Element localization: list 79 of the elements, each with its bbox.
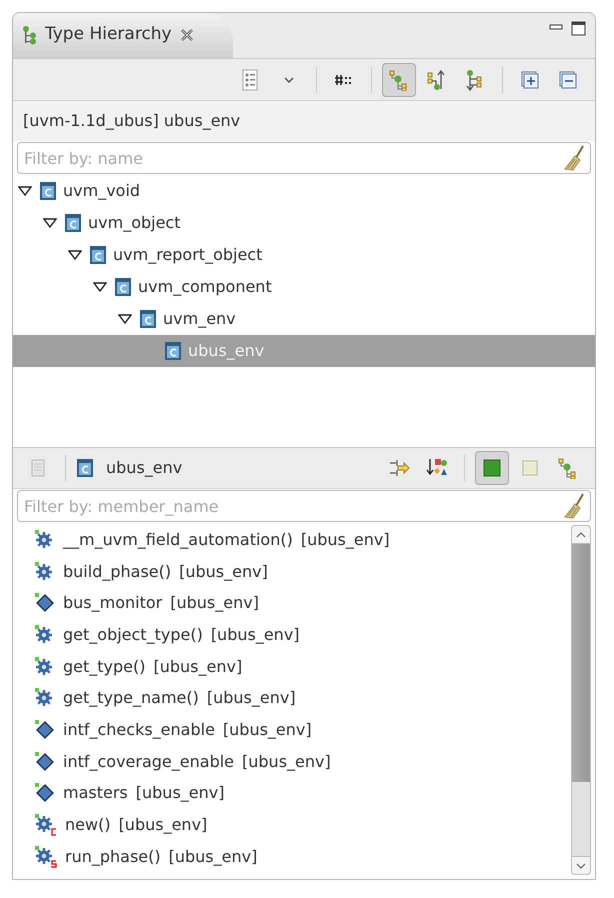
- tree-label: uvm_component: [138, 276, 272, 298]
- broom-icon[interactable]: [563, 145, 585, 171]
- member-name[interactable]: new(): [65, 813, 111, 838]
- chevron-down-icon: [576, 862, 586, 868]
- expanded-icon[interactable]: [93, 281, 107, 293]
- collapse-all-icon: [557, 68, 579, 90]
- type-name-label: ubus_env: [106, 457, 182, 479]
- member-name[interactable]: intf_coverage_enable: [63, 750, 234, 774]
- class-icon: [76, 458, 94, 478]
- caret-icon: [284, 76, 294, 82]
- member-name[interactable]: build_phase(): [63, 560, 172, 584]
- member-owner: [ubus_env]: [179, 560, 268, 583]
- member-owner: [ubus_env]: [222, 718, 312, 741]
- chevron-up-icon: [576, 532, 586, 538]
- member-name[interactable]: get_object_type(): [63, 622, 203, 647]
- method-icon: [35, 656, 55, 677]
- tree-item[interactable]: uvm_component: [13, 271, 595, 303]
- method-icon: [35, 688, 55, 708]
- tab-title: Type Hierarchy: [45, 23, 172, 46]
- hierarchy-button[interactable]: [382, 62, 416, 96]
- maximize-icon[interactable]: [571, 21, 587, 37]
- member-owner: [ubus_env]: [118, 814, 208, 836]
- tree-label: uvm_report_object: [113, 244, 262, 266]
- tree-label: uvm_void: [63, 180, 140, 202]
- field-icon: [35, 783, 55, 804]
- member-owner: [ubus_env]: [154, 656, 242, 678]
- task-method-icon: [35, 846, 57, 868]
- class-icon: [139, 309, 157, 329]
- broom-icon[interactable]: [563, 493, 585, 519]
- inherited-members-icon: [481, 457, 503, 479]
- type-path-label: [uvm-1.1d_ubus] ubus_env: [13, 101, 595, 141]
- view-tab[interactable]: Type Hierarchy: [13, 13, 233, 58]
- member-owner: [ubus_env]: [242, 750, 331, 773]
- class-icon: [89, 245, 107, 265]
- member-name[interactable]: __m_uvm_field_automation(): [63, 528, 293, 552]
- method-icon: [35, 562, 55, 582]
- inherited-members-button[interactable]: [475, 451, 509, 485]
- tree-item[interactable]: uvm_void: [13, 175, 595, 207]
- member-owner: [ubus_env]: [170, 592, 259, 614]
- member-owner: [ubus_env]: [136, 782, 224, 804]
- scroll-down-button[interactable]: [572, 856, 590, 874]
- tree-label: uvm_env: [163, 308, 236, 330]
- tree-label: ubus_env: [188, 340, 264, 362]
- member-owner: [ubus_env]: [210, 624, 300, 646]
- scrollbar[interactable]: [571, 525, 591, 875]
- class-icon: [114, 277, 132, 297]
- name-filter-field[interactable]: Filter by: name: [17, 142, 591, 174]
- expanded-icon[interactable]: [68, 249, 82, 261]
- expanded-icon[interactable]: [43, 217, 57, 229]
- constructor-method-icon: [35, 814, 57, 836]
- class-icon: [39, 181, 57, 201]
- tree-item[interactable]: uvm_object: [13, 207, 595, 239]
- member-owner: [ubus_env]: [300, 528, 390, 551]
- member-name[interactable]: get_type_name(): [63, 686, 199, 710]
- member-owner: [ubus_env]: [168, 846, 258, 868]
- member-name[interactable]: get_type(): [63, 654, 146, 679]
- field-icon: [35, 593, 55, 614]
- close-icon[interactable]: [180, 28, 194, 42]
- expanded-icon[interactable]: [18, 185, 32, 197]
- member-name[interactable]: run_phase(): [65, 844, 161, 869]
- scroll-up-button[interactable]: [572, 526, 590, 544]
- class-icon: [164, 341, 182, 361]
- sort-defining-icon: [388, 457, 410, 479]
- tree-item[interactable]: uvm_env: [13, 303, 595, 335]
- member-name[interactable]: masters: [63, 781, 128, 806]
- tree-label: uvm_object: [88, 212, 180, 234]
- field-icon: [35, 720, 55, 740]
- method-icon: [35, 530, 55, 550]
- field-icon: [35, 752, 55, 772]
- expand-all-icon: [519, 68, 541, 90]
- expanded-icon[interactable]: [118, 313, 132, 325]
- member-filter-field[interactable]: Filter by: member_name: [17, 490, 591, 522]
- member-name[interactable]: intf_checks_enable: [63, 718, 215, 742]
- tree-item[interactable]: uvm_report_object: [13, 239, 595, 271]
- method-icon: [35, 624, 55, 645]
- class-icon: [64, 213, 82, 233]
- member-owner: [ubus_env]: [206, 687, 296, 710]
- hierarchy-icon: [21, 25, 37, 45]
- member-name[interactable]: bus_monitor: [63, 591, 162, 616]
